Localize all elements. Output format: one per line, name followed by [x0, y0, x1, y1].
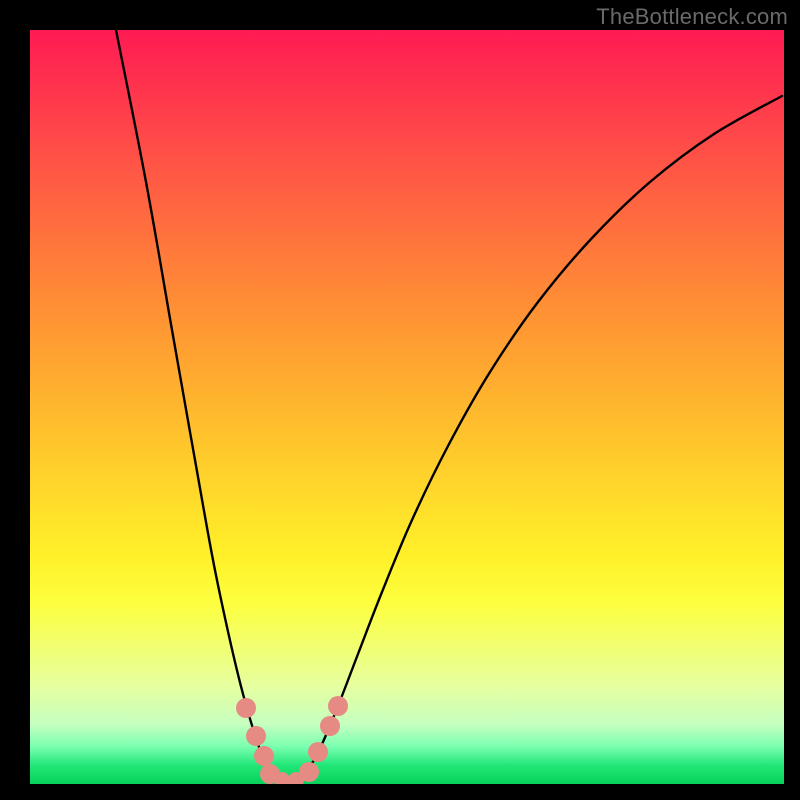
- marker-dot: [328, 696, 348, 716]
- curve-layer: [30, 30, 784, 784]
- marker-dot: [308, 742, 328, 762]
- marker-dot: [236, 698, 256, 718]
- marker-dot: [299, 762, 319, 782]
- plot-area: [30, 30, 784, 784]
- marker-dot: [254, 746, 274, 766]
- marker-dot: [246, 726, 266, 746]
- bottleneck-curve: [116, 30, 782, 784]
- curve-markers: [236, 696, 348, 784]
- outer-frame: TheBottleneck.com: [0, 0, 800, 800]
- watermark-text: TheBottleneck.com: [596, 4, 788, 30]
- marker-dot: [320, 716, 340, 736]
